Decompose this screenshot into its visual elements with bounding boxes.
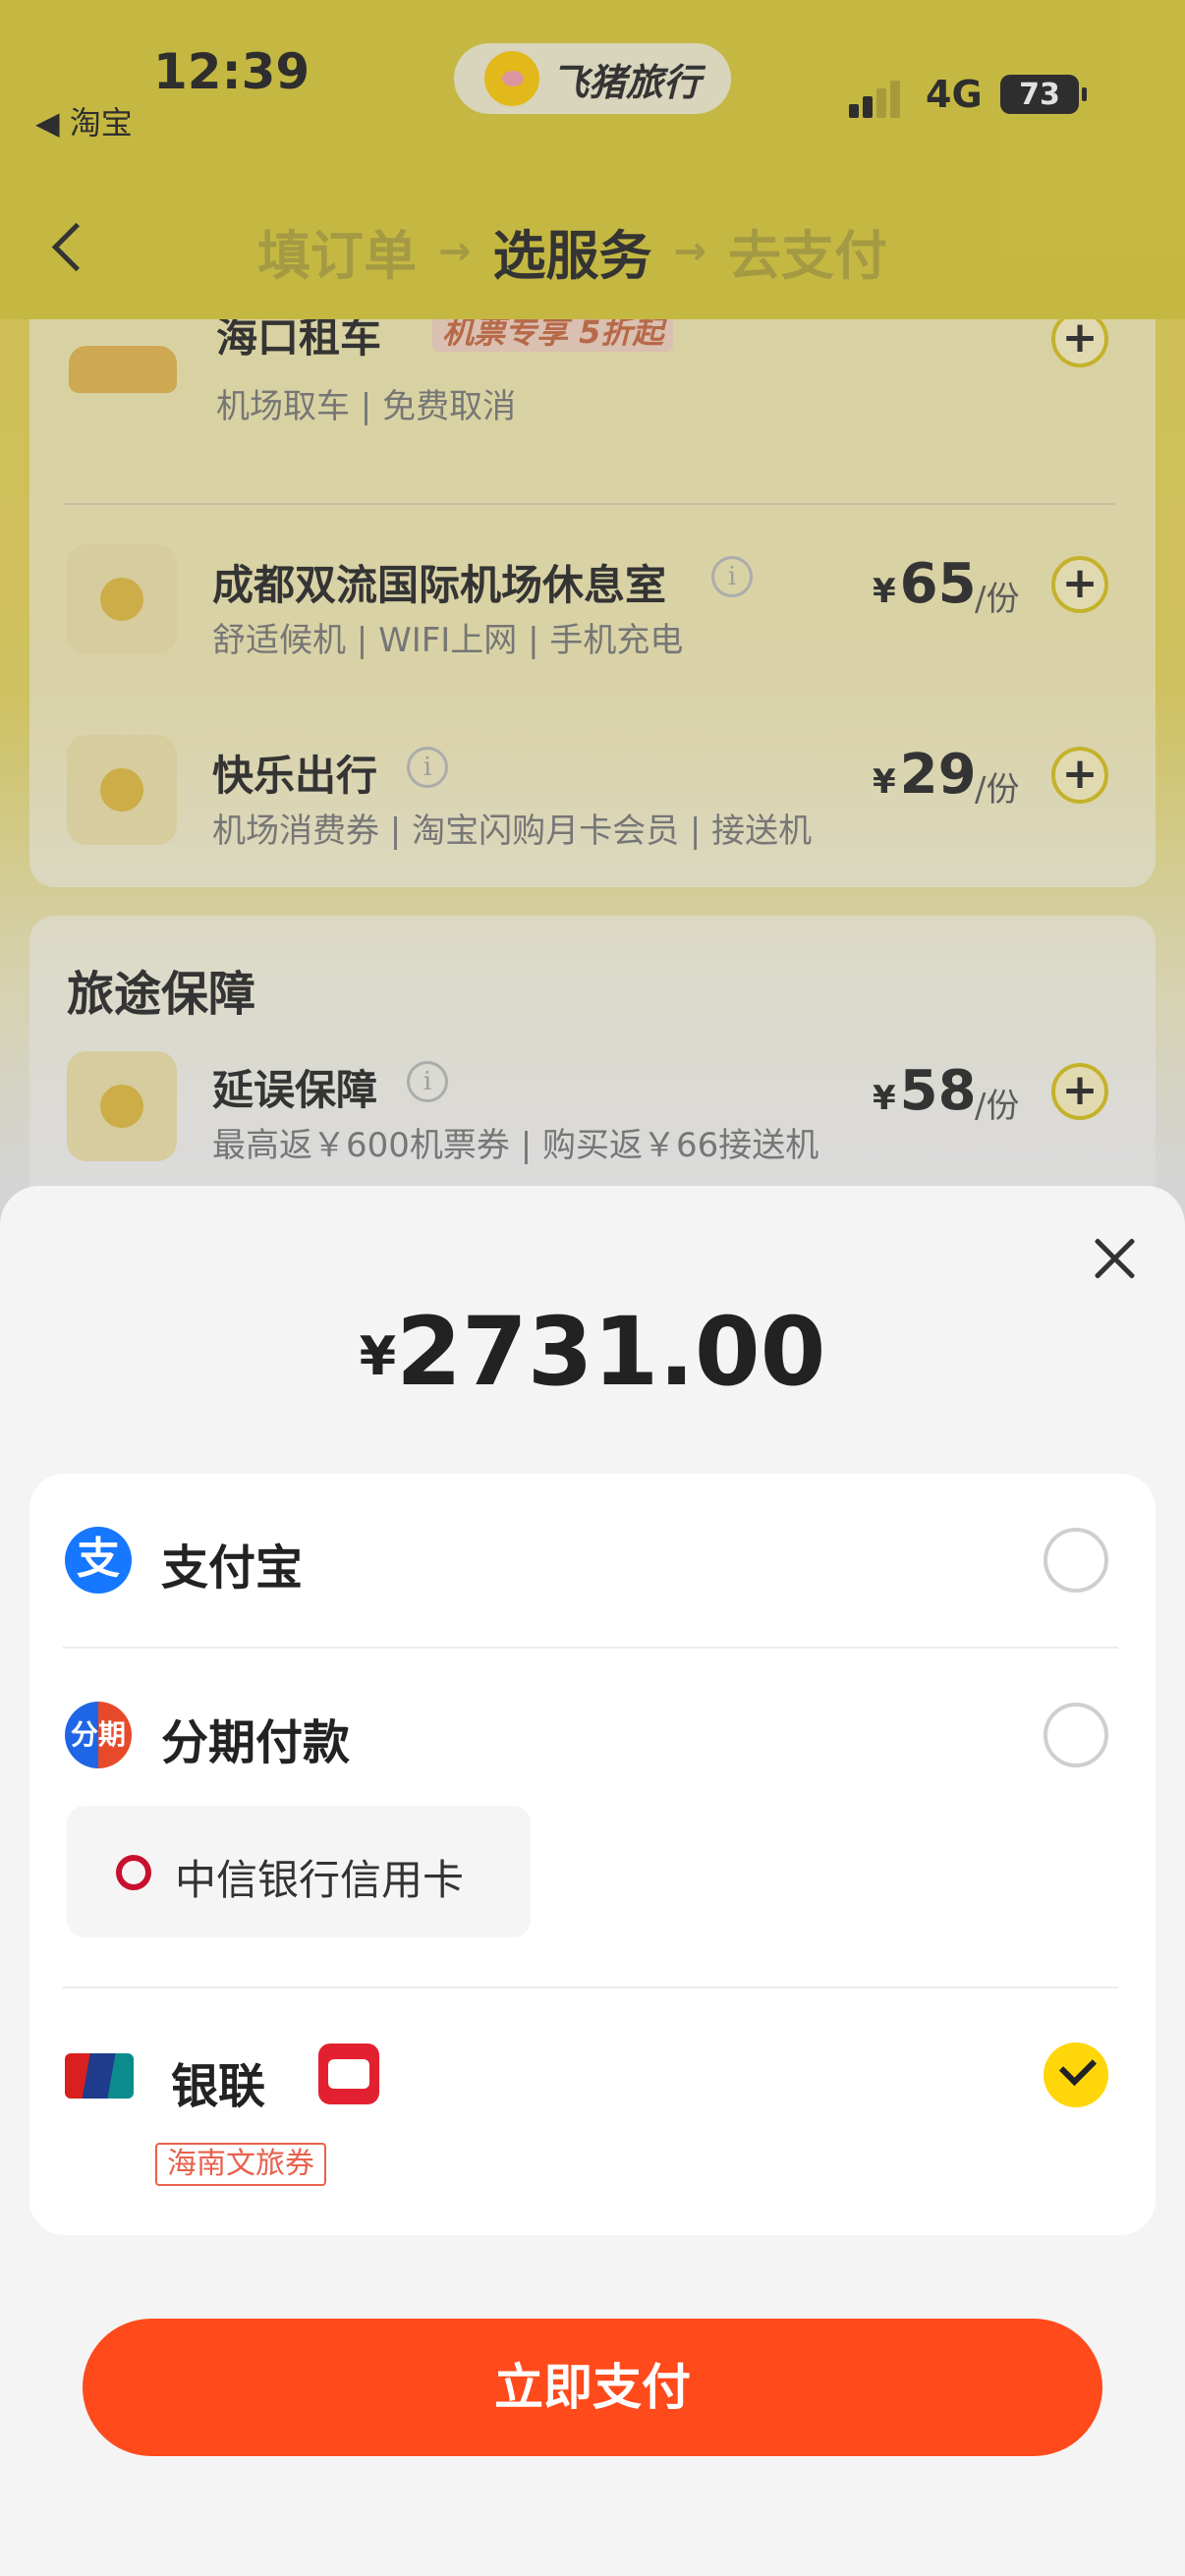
- close-icon[interactable]: [1093, 1236, 1138, 1281]
- citic-credit-card-option[interactable]: 中信银行信用卡: [67, 1806, 531, 1937]
- citic-bank-icon: [116, 1855, 151, 1890]
- payment-amount: ¥2731.00: [0, 1297, 1185, 1407]
- amount-value: 2731.00: [396, 1297, 826, 1407]
- method-divider: [63, 1987, 1118, 1988]
- alipay-icon: 支: [65, 1527, 132, 1594]
- installment-icon: 分期: [65, 1702, 132, 1768]
- unionpay-logo-icon: [65, 2053, 134, 2099]
- hainan-voucher-tag: 海南文旅券: [155, 2143, 326, 2186]
- alipay-label[interactable]: 支付宝: [161, 1529, 303, 1597]
- citic-credit-card-label: 中信银行信用卡: [175, 1856, 465, 1904]
- installment-label[interactable]: 分期付款: [161, 1704, 350, 1772]
- method-divider: [63, 1647, 1118, 1649]
- pay-now-button[interactable]: 立即支付: [83, 2319, 1102, 2456]
- installment-radio[interactable]: [1044, 1703, 1108, 1767]
- unionpay-label[interactable]: 银联: [171, 2047, 265, 2116]
- amount-currency: ¥: [359, 1325, 397, 1387]
- alipay-radio[interactable]: [1044, 1528, 1108, 1593]
- unionpay-radio-checked[interactable]: [1044, 2043, 1108, 2107]
- quickpass-app-icon: [318, 2044, 379, 2104]
